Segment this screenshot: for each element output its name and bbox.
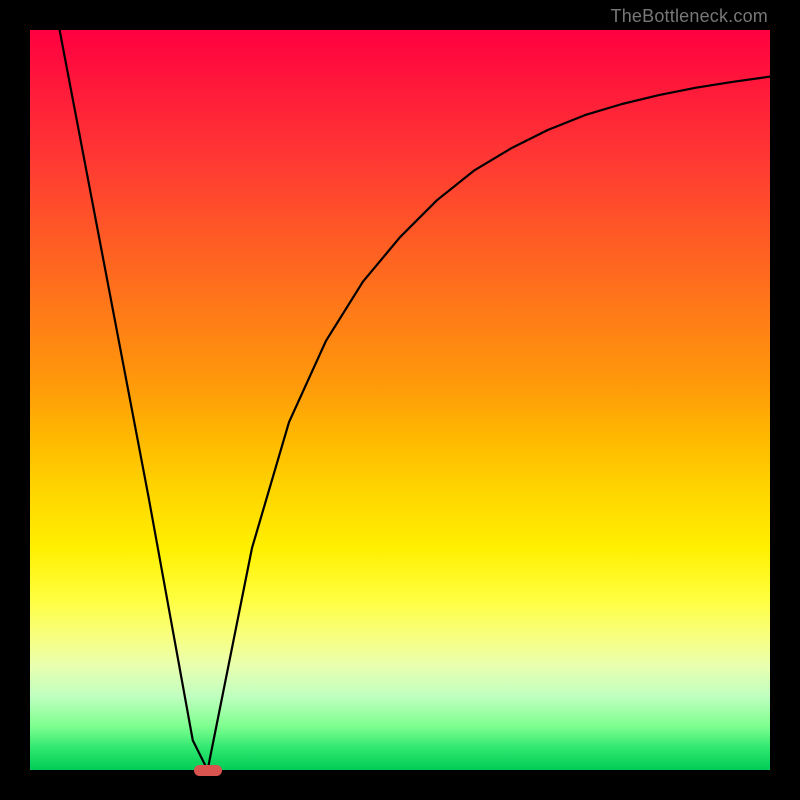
curve-svg [30, 30, 770, 770]
chart-frame: TheBottleneck.com [0, 0, 800, 800]
watermark-text: TheBottleneck.com [611, 6, 768, 27]
curve-path [60, 30, 770, 770]
minimum-marker [194, 765, 222, 776]
